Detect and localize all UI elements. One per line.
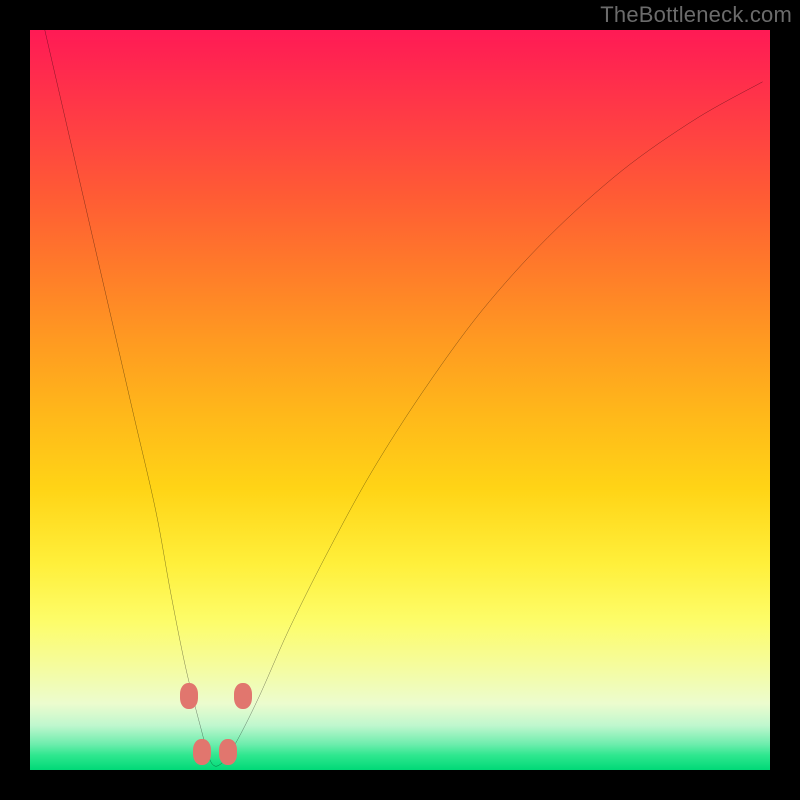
- watermark-text: TheBottleneck.com: [600, 2, 792, 28]
- bottleneck-curve: [45, 30, 763, 766]
- plot-area: [30, 30, 770, 770]
- chart-frame: TheBottleneck.com: [0, 0, 800, 800]
- curve-svg: [30, 30, 770, 770]
